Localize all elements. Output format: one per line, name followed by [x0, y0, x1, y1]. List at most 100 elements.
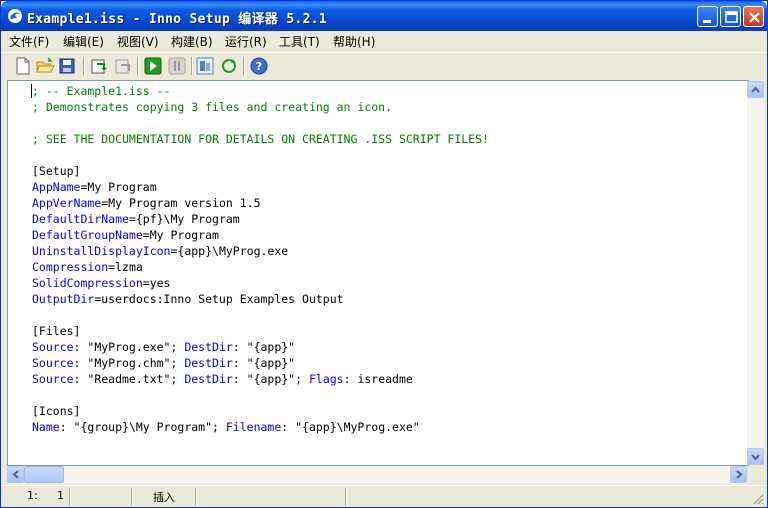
menu-file[interactable]: 文件(F) [9, 33, 49, 50]
scroll-down-button[interactable] [747, 448, 764, 465]
compile-icon[interactable] [89, 56, 109, 76]
menu-edit[interactable]: 编辑(E) [63, 33, 104, 50]
code-line[interactable]: Source: "MyProg.chm"; DestDir: "{app}" [32, 355, 489, 371]
code-line[interactable]: Name: "{group}\My Program"; Filename: "{… [32, 419, 489, 435]
stop-compile-icon[interactable] [113, 56, 133, 76]
open-folder-icon[interactable] [35, 56, 55, 76]
code-token-key: Compression [32, 260, 109, 274]
code-token-key: DestDir [184, 340, 233, 354]
code-token-key: OutputDir [32, 292, 95, 306]
code-token-key: AppVerName [32, 196, 102, 210]
code-line[interactable]: AppVerName=My Program version 1.5 [32, 195, 489, 211]
close-icon [749, 12, 760, 23]
code-line[interactable]: [Files] [32, 323, 489, 339]
code-line[interactable]: ; SEE THE DOCUMENTATION FOR DETAILS ON C… [32, 131, 489, 147]
code-line[interactable]: Source: "MyProg.exe"; DestDir: "{app}" [32, 339, 489, 355]
code-line[interactable]: DefaultDirName={pf}\My Program [32, 211, 489, 227]
status-divider [195, 488, 197, 506]
code-token-comment: ; -- Example1.iss -- [32, 84, 171, 98]
code-token-text: : "{group}\My Program"; [59, 420, 226, 434]
window-title: Example1.iss - Inno Setup 编译器 5.2.1 [27, 12, 327, 27]
code-line[interactable]: ​ [32, 307, 489, 323]
code-editor[interactable]: ; -- Example1.iss -- ; Demonstrates copyi… [7, 80, 749, 466]
toolbar: ? [1, 52, 767, 79]
scroll-up-button[interactable] [747, 81, 764, 98]
code-token-key: SolidCompression [32, 276, 143, 290]
code-line[interactable]: Source: "Readme.txt"; DestDir: "{app}"; … [32, 371, 489, 387]
code-token-key: UninstallDisplayIcon [32, 244, 171, 258]
code-line[interactable]: ​ [32, 147, 489, 163]
code-line[interactable]: SolidCompression=yes [32, 275, 489, 291]
code-token-text: : "MyProg.exe"; [73, 340, 185, 354]
code-token-key: Source [32, 356, 74, 370]
code-token-key: Flags [308, 372, 344, 386]
horizontal-scroll-thumb[interactable] [24, 466, 64, 483]
resize-grip-icon[interactable] [751, 492, 764, 505]
script-text[interactable]: ; -- Example1.iss -- ; Demonstrates copyi… [32, 83, 489, 435]
code-token-text: =userdocs:Inno Setup Examples Output [94, 292, 344, 306]
chevron-up-icon [751, 86, 760, 93]
status-line: 1: [27, 489, 38, 502]
help-icon[interactable]: ? [249, 56, 269, 76]
chevron-down-icon [751, 454, 760, 461]
svg-text:?: ? [256, 60, 262, 73]
code-token-section: [Setup] [32, 164, 81, 178]
title-bar[interactable]: Example1.iss - Inno Setup 编译器 5.2.1 [1, 1, 767, 31]
toolbar-separator [191, 57, 193, 75]
target-icon[interactable] [195, 56, 215, 76]
code-token-text: =lzma [108, 260, 143, 274]
app-window: Example1.iss - Inno Setup 编译器 5.2.1 文件(F… [0, 0, 768, 508]
code-token-text: =My Program [80, 180, 157, 194]
code-token-text: : "Readme.txt"; [73, 372, 185, 386]
code-line[interactable]: OutputDir=userdocs:Inno Setup Examples O… [32, 291, 489, 307]
code-token-text: =My Program [142, 228, 219, 242]
code-token-comment: ; SEE THE DOCUMENTATION FOR DETAILS ON C… [32, 132, 489, 146]
code-line[interactable]: ; Demonstrates copying 3 files and creat… [32, 99, 489, 115]
code-line[interactable]: UninstallDisplayIcon={app}\MyProg.exe [32, 243, 489, 259]
minimize-icon [703, 20, 711, 23]
run-icon[interactable] [143, 56, 163, 76]
close-button[interactable] [743, 6, 764, 27]
code-token-key: DestDir [184, 356, 233, 370]
code-token-comment: ; Demonstrates copying 3 files and creat… [32, 100, 393, 114]
code-token-key: Filename [225, 420, 282, 434]
minimize-button[interactable] [697, 6, 718, 27]
menu-tools[interactable]: 工具(T) [279, 33, 320, 50]
code-token-key: Name [32, 420, 60, 434]
status-bar: 1: 1 插入 [1, 485, 767, 507]
horizontal-scrollbar[interactable] [7, 466, 747, 483]
code-token-key: Source [32, 340, 74, 354]
status-divider [69, 488, 71, 506]
new-file-icon[interactable] [13, 56, 33, 76]
status-divider [131, 488, 133, 506]
chevron-left-icon [12, 470, 19, 479]
code-token-key: DestDir [184, 372, 233, 386]
vertical-scrollbar[interactable] [747, 81, 764, 465]
code-line[interactable]: ​ [32, 387, 489, 403]
menu-build[interactable]: 构建(B) [171, 33, 213, 50]
code-token-section: [Files] [32, 324, 81, 338]
menu-run[interactable]: 运行(R) [225, 33, 267, 50]
menu-help[interactable]: 帮助(H) [333, 33, 375, 50]
refresh-icon[interactable] [219, 56, 239, 76]
scroll-right-button[interactable] [730, 466, 747, 483]
code-line[interactable]: ; -- Example1.iss -- [32, 83, 489, 99]
code-line[interactable]: AppName=My Program [32, 179, 489, 195]
maximize-button[interactable] [720, 6, 741, 27]
code-line[interactable]: DefaultGroupName=My Program [32, 227, 489, 243]
menu-view[interactable]: 视图(V) [117, 33, 159, 50]
code-token-section: [Icons] [32, 404, 81, 418]
code-line[interactable]: Compression=lzma [32, 259, 489, 275]
code-line[interactable]: ​ [32, 115, 489, 131]
code-token-text: : "{app}\MyProg.exe" [281, 420, 420, 434]
maximize-icon [725, 11, 738, 23]
code-line[interactable]: [Setup] [32, 163, 489, 179]
pause-icon[interactable] [167, 56, 187, 76]
scroll-left-button[interactable] [7, 466, 24, 483]
code-token-text: : "{app}" [232, 340, 296, 354]
code-token-text: =yes [142, 276, 171, 290]
code-token-text: ={pf}\My Program [128, 212, 240, 226]
save-icon[interactable] [57, 56, 77, 76]
code-line[interactable]: [Icons] [32, 403, 489, 419]
code-token-text: : "{app}"; [232, 372, 309, 386]
